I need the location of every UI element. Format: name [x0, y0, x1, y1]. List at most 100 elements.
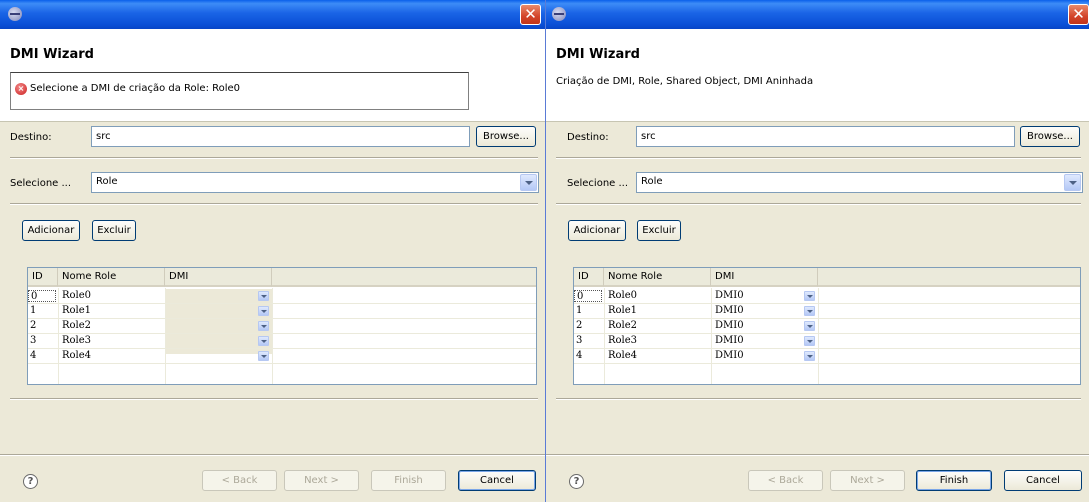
eclipse-app-icon — [552, 7, 566, 21]
cell-dmi[interactable]: DMI0 — [713, 290, 744, 302]
excluir-button[interactable]: Excluir — [637, 220, 681, 241]
chevron-down-icon[interactable] — [804, 291, 815, 301]
selecione-dropdown[interactable]: Role — [636, 172, 1083, 193]
destino-label: Destino: — [10, 132, 52, 143]
close-button[interactable]: ✕ — [520, 4, 541, 25]
adicionar-button[interactable]: Adicionar — [22, 220, 80, 241]
error-icon: × — [15, 83, 27, 95]
wizard-title: DMI Wizard — [556, 47, 640, 62]
cell-nome-role[interactable]: Role3 — [60, 335, 91, 347]
cell-id[interactable]: 3 — [574, 335, 582, 347]
col-header-nome-role[interactable]: Nome Role — [604, 268, 711, 287]
cell-dmi[interactable]: DMI0 — [713, 350, 744, 362]
adicionar-button[interactable]: Adicionar — [568, 220, 626, 241]
excluir-button[interactable]: Excluir — [92, 220, 136, 241]
col-header-id[interactable]: ID — [574, 268, 604, 287]
chevron-down-icon[interactable] — [804, 336, 815, 346]
chevron-down-icon[interactable] — [258, 351, 269, 361]
cell-nome-role[interactable]: Role2 — [606, 320, 637, 332]
selecione-value: Role — [96, 176, 118, 187]
selecione-label: Selecione ... — [10, 178, 72, 189]
title-bar[interactable]: ✕ — [546, 0, 1089, 29]
grid-line — [574, 348, 1080, 349]
grid-line — [574, 318, 1080, 319]
browse-button[interactable]: Browse... — [1020, 126, 1080, 147]
separator — [556, 157, 1081, 159]
dmi-column-empty-cells — [165, 289, 272, 354]
cell-id[interactable]: 1 — [28, 305, 36, 317]
chevron-down-icon[interactable] — [804, 351, 815, 361]
help-icon[interactable]: ? — [23, 474, 38, 489]
grid-line — [28, 318, 536, 319]
selecione-dropdown[interactable]: Role — [91, 172, 539, 193]
cell-id[interactable]: 3 — [28, 335, 36, 347]
separator — [10, 398, 538, 400]
cell-id[interactable]: 2 — [28, 320, 36, 332]
eclipse-app-icon — [8, 7, 22, 21]
cell-nome-role[interactable]: Role1 — [60, 305, 91, 317]
roles-table[interactable]: ID Nome Role DMI 0 Role0 DMI0 1 Role1 DM… — [573, 267, 1081, 385]
cell-nome-role[interactable]: Role4 — [606, 350, 637, 362]
cell-id[interactable]: 0 — [574, 290, 602, 302]
separator — [10, 203, 538, 205]
separator — [556, 398, 1081, 400]
cell-nome-role[interactable]: Role1 — [606, 305, 637, 317]
chevron-down-icon[interactable] — [258, 336, 269, 346]
col-header-id[interactable]: ID — [28, 268, 58, 287]
wizard-header: DMI Wizard Criação de DMI, Role, Shared … — [546, 29, 1089, 122]
wizard-header: DMI Wizard × Selecione a DMI de criação … — [0, 29, 545, 122]
col-header-empty — [272, 268, 536, 287]
selecione-value: Role — [641, 176, 663, 187]
title-bar[interactable]: ✕ — [0, 0, 545, 29]
cancel-button[interactable]: Cancel — [1004, 470, 1082, 491]
back-button[interactable]: < Back — [202, 470, 277, 491]
roles-table[interactable]: ID Nome Role DMI 0 Role0 1 Role1 2 Role2… — [27, 267, 537, 385]
chevron-down-icon[interactable] — [804, 306, 815, 316]
button-bar-separator — [0, 454, 545, 456]
destino-field[interactable]: src — [636, 126, 1015, 147]
finish-button[interactable]: Finish — [916, 470, 992, 491]
cell-dmi[interactable]: DMI0 — [713, 305, 744, 317]
next-button[interactable]: Next > — [284, 470, 359, 491]
chevron-down-icon[interactable] — [520, 174, 537, 191]
chevron-down-icon[interactable] — [804, 321, 815, 331]
error-message-box: × Selecione a DMI de criação da Role: Ro… — [10, 72, 469, 110]
back-button[interactable]: < Back — [748, 470, 823, 491]
cell-dmi[interactable]: DMI0 — [713, 335, 744, 347]
close-button[interactable]: ✕ — [1068, 4, 1089, 25]
finish-button[interactable]: Finish — [371, 470, 446, 491]
destino-label: Destino: — [567, 132, 609, 143]
cell-id[interactable]: 0 — [28, 290, 56, 302]
grid-line — [28, 363, 536, 364]
chevron-down-icon[interactable] — [258, 306, 269, 316]
cell-id[interactable]: 4 — [28, 350, 36, 362]
cell-nome-role[interactable]: Role0 — [60, 290, 91, 302]
cell-dmi[interactable]: DMI0 — [713, 320, 744, 332]
cancel-button[interactable]: Cancel — [458, 470, 536, 491]
selecione-label: Selecione ... — [567, 178, 629, 189]
cell-nome-role[interactable]: Role0 — [606, 290, 637, 302]
help-icon[interactable]: ? — [569, 474, 584, 489]
cell-nome-role[interactable]: Role2 — [60, 320, 91, 332]
cell-id[interactable]: 4 — [574, 350, 582, 362]
wizard-title: DMI Wizard — [10, 47, 94, 62]
cell-nome-role[interactable]: Role4 — [60, 350, 91, 362]
destino-field[interactable]: src — [91, 126, 470, 147]
grid-line — [28, 348, 536, 349]
chevron-down-icon[interactable] — [1064, 174, 1081, 191]
chevron-down-icon[interactable] — [258, 321, 269, 331]
col-header-empty — [818, 268, 1080, 287]
separator — [556, 203, 1081, 205]
col-header-dmi[interactable]: DMI — [711, 268, 818, 287]
wizard-description: Criação de DMI, Role, Shared Object, DMI… — [556, 76, 814, 87]
col-header-nome-role[interactable]: Nome Role — [58, 268, 165, 287]
browse-button[interactable]: Browse... — [476, 126, 536, 147]
chevron-down-icon[interactable] — [258, 291, 269, 301]
cell-nome-role[interactable]: Role3 — [606, 335, 637, 347]
next-button[interactable]: Next > — [830, 470, 905, 491]
grid-line — [28, 303, 536, 304]
wizard-dialog-left: ✕ DMI Wizard × Selecione a DMI de criaçã… — [0, 0, 545, 502]
cell-id[interactable]: 1 — [574, 305, 582, 317]
cell-id[interactable]: 2 — [574, 320, 582, 332]
col-header-dmi[interactable]: DMI — [165, 268, 272, 287]
